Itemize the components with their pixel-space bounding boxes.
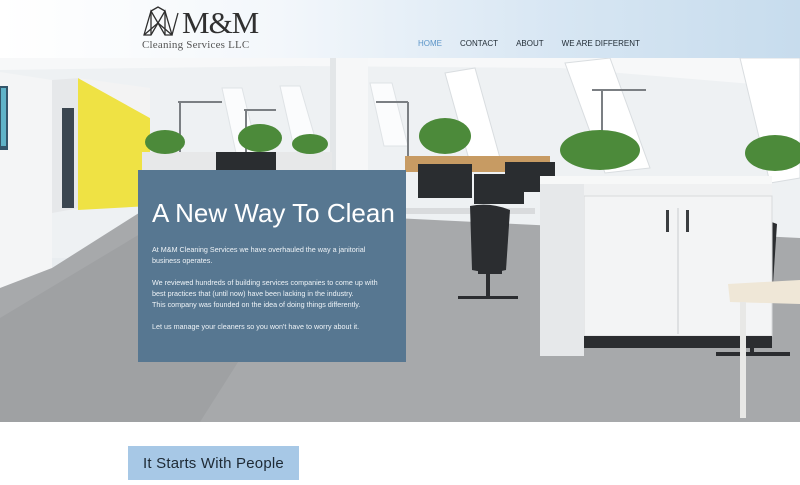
section-heading: It Starts With People [143,454,284,472]
brand-subtitle: Cleaning Services LLC [142,39,250,51]
hero-paragraph: best practices that (until now) have bee… [152,289,354,298]
hero-title: A New Way To Clean [152,198,395,228]
hero-description: At M&M Cleaning Services we have overhau… [152,244,392,332]
hero-banner: A New Way To Clean At M&M Cleaning Servi… [0,58,800,422]
brand-name: M&M [182,5,259,40]
hero-paragraph: Let us manage your cleaners so you won't… [152,322,360,331]
nav-home-link[interactable]: HOME [418,38,442,50]
site-header: M&M Cleaning Services LLC HOME CONTACT A… [0,0,800,58]
hero-text-panel: A New Way To Clean At M&M Cleaning Servi… [138,170,406,362]
nav-about-link[interactable]: ABOUT [516,38,544,50]
nav-contact-link[interactable]: CONTACT [460,38,498,50]
brand-logo[interactable]: M&M Cleaning Services LLC [140,5,259,53]
hero-paragraph: business operates. [152,256,213,265]
main-nav: HOME CONTACT ABOUT WE ARE DIFFERENT [418,38,658,50]
hero-paragraph: We reviewed hundreds of building service… [152,278,378,287]
nav-we-are-different-link[interactable]: WE ARE DIFFERENT [562,38,640,50]
hero-paragraph: This company was founded on the idea of … [152,300,361,309]
section-heading-tab: It Starts With People [128,446,299,480]
hero-paragraph: At M&M Cleaning Services we have overhau… [152,245,366,254]
geometric-mm-mark-icon [143,6,179,36]
